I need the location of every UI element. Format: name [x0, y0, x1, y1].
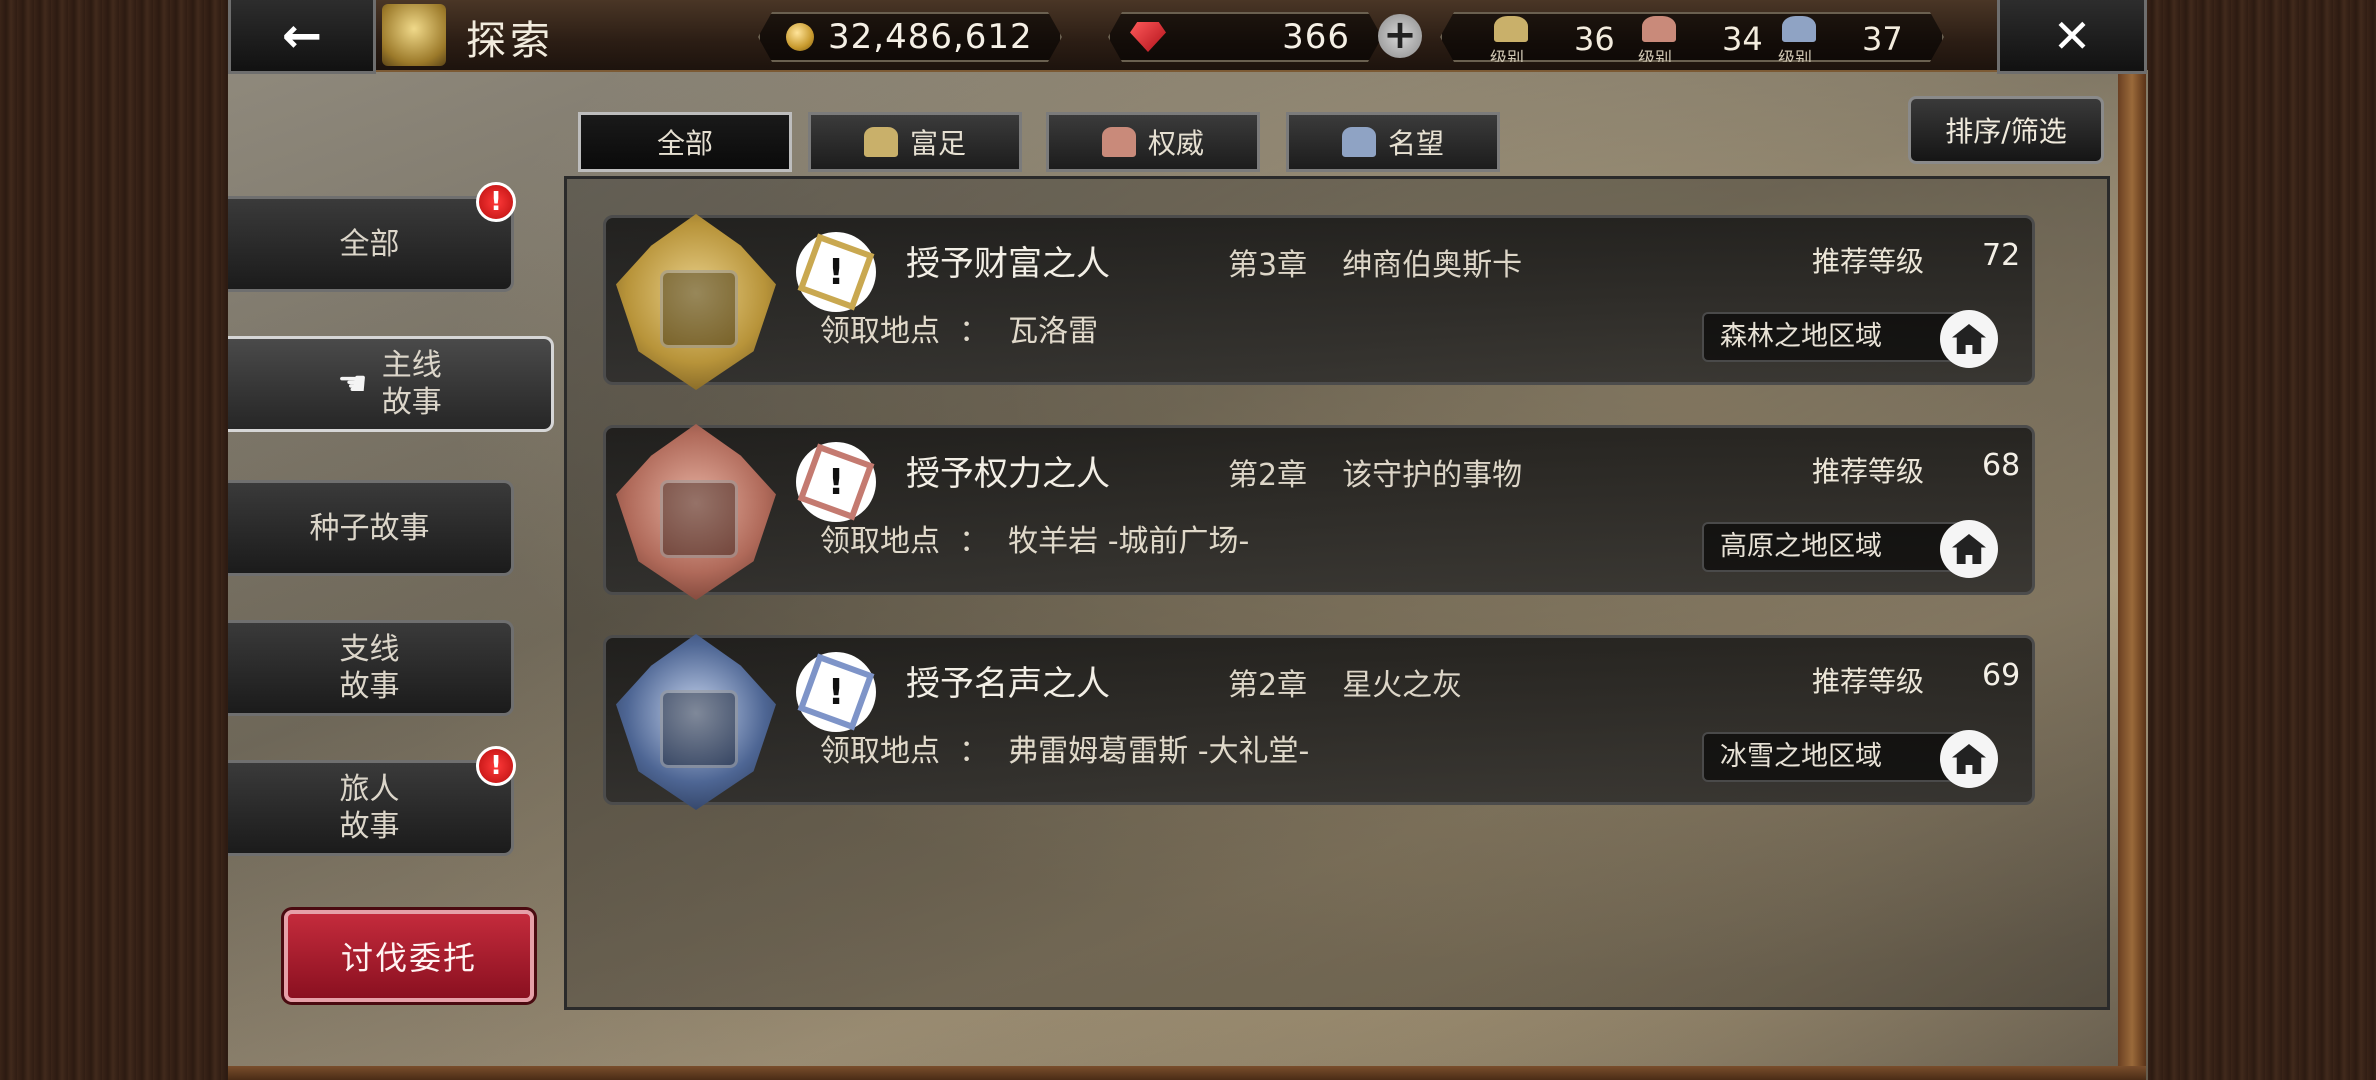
fame-rank-icon	[1782, 16, 1816, 42]
authority-icon	[1101, 127, 1136, 157]
fame-icon	[1341, 127, 1376, 157]
recommended-level-label: 推荐等级	[1812, 455, 1925, 488]
close-button[interactable]: ✕	[1997, 0, 2147, 74]
add-gems-button[interactable]: +	[1378, 14, 1422, 58]
quest-item[interactable]: ! 授予财富之人 第3章 绅商伯奥斯卡 推荐等级 72 领取地点 ： 瓦洛雷 森…	[603, 214, 2035, 390]
recommended-level-value: 72	[1982, 238, 2021, 273]
quest-location: 领取地点 ： 牧羊岩 -城前广场-	[820, 516, 1249, 560]
quest-alert-icon: !	[796, 442, 876, 522]
category-main-story[interactable]: ☚ 主线 故事	[228, 336, 554, 432]
tab-label: 名望	[1387, 127, 1444, 160]
location-house-icon	[1952, 744, 1986, 774]
chapter-title: 绅商伯奥斯卡	[1342, 248, 1523, 283]
left-frame	[0, 0, 230, 1080]
location-separator: ：	[959, 524, 990, 559]
chapter-number: 第2章	[1228, 458, 1308, 493]
tab-fame[interactable]: 名望	[1286, 112, 1500, 172]
rank-value: 37	[1862, 20, 1903, 58]
category-side-story[interactable]: 支线 故事	[228, 620, 514, 716]
category-label: 旅人 故事	[339, 772, 400, 844]
category-traveler-story[interactable]: 旅人 故事	[228, 760, 514, 856]
tab-label: 全部	[656, 127, 713, 160]
explore-emblem-icon	[382, 4, 446, 66]
map-location-button[interactable]	[1940, 730, 1998, 788]
gold-counter: 32,486,612	[758, 12, 1062, 62]
chapter-title: 星火之灰	[1342, 668, 1463, 703]
gold-value: 32,486,612	[828, 17, 1033, 57]
quest-item[interactable]: ! 授予权力之人 第2章 该守护的事物 推荐等级 68 领取地点 ： 牧羊岩 -…	[603, 424, 2035, 600]
quest-chapter: 第2章 该守护的事物	[1228, 450, 1522, 494]
rank-value: 34	[1722, 20, 1763, 58]
back-arrow-icon: ←	[281, 7, 323, 64]
pointer-hand-icon: ☚	[337, 363, 368, 404]
chapter-title: 该守护的事物	[1342, 458, 1523, 493]
wealth-emblem-icon	[616, 214, 776, 390]
gem-counter: 366	[1108, 12, 1382, 62]
tab-all[interactable]: 全部	[578, 112, 792, 172]
rank-value: 36	[1574, 20, 1615, 58]
category-seed-story[interactable]: 种子故事	[228, 480, 514, 576]
rank-counters: 级别 36 级别 34 级别 37	[1440, 12, 1944, 62]
category-label: 支线 故事	[339, 632, 400, 704]
quest-list-panel: ! 授予财富之人 第3章 绅商伯奥斯卡 推荐等级 72 领取地点 ： 瓦洛雷 森…	[564, 176, 2110, 1010]
tab-authority[interactable]: 权威	[1046, 112, 1260, 172]
quest-name: 授予权力之人	[906, 454, 1110, 494]
back-button[interactable]: ←	[228, 0, 376, 74]
location-label: 领取地点	[820, 314, 940, 349]
fame-emblem-icon	[616, 634, 776, 810]
quest-chapter: 第3章 绅商伯奥斯卡	[1228, 240, 1522, 284]
recommended-level-value: 69	[1982, 658, 2021, 693]
map-border	[2118, 70, 2146, 1080]
recommended-level-value: 68	[1982, 448, 2021, 483]
sort-filter-button[interactable]: 排序/筛选	[1908, 96, 2104, 164]
location-house-icon	[1952, 324, 1986, 354]
tab-label: 富足	[909, 127, 966, 160]
location-house-icon	[1952, 534, 1986, 564]
right-frame	[2146, 0, 2376, 1080]
coin-icon	[786, 23, 814, 51]
quest-chapter: 第2章 星火之灰	[1228, 660, 1462, 704]
recommended-level-label: 推荐等级	[1812, 245, 1925, 278]
alert-icon: !	[476, 746, 516, 786]
location-value: 弗雷姆葛雷斯 -大礼堂-	[1008, 734, 1310, 769]
wealth-rank-icon	[1494, 16, 1528, 42]
location-value: 牧羊岩 -城前广场-	[1008, 524, 1250, 559]
gem-value: 366	[1282, 17, 1350, 57]
quest-alert-icon: !	[796, 652, 876, 732]
location-separator: ：	[959, 314, 990, 349]
quest-name: 授予名声之人	[906, 664, 1110, 704]
page-title: 探索	[466, 18, 554, 64]
tab-label: 权威	[1147, 127, 1204, 160]
map-bottom-edge	[228, 1066, 2146, 1080]
alert-icon: !	[476, 182, 516, 222]
close-icon: ✕	[2052, 8, 2092, 63]
subjugation-request-button[interactable]: 讨伐委托	[284, 910, 534, 1002]
category-label: 主线 故事	[381, 348, 442, 420]
category-label: 种子故事	[309, 510, 430, 546]
map-location-button[interactable]	[1940, 520, 1998, 578]
recommended-level-label: 推荐等级	[1812, 665, 1925, 698]
location-separator: ：	[959, 734, 990, 769]
chapter-number: 第2章	[1228, 668, 1308, 703]
authority-emblem-icon	[616, 424, 776, 600]
wealth-icon	[863, 127, 898, 157]
location-value: 瓦洛雷	[1008, 314, 1099, 349]
quest-location: 领取地点 ： 瓦洛雷	[820, 306, 1098, 350]
quest-name: 授予财富之人	[906, 244, 1110, 284]
quest-alert-icon: !	[796, 232, 876, 312]
quest-location: 领取地点 ： 弗雷姆葛雷斯 -大礼堂-	[820, 726, 1309, 770]
tab-wealth[interactable]: 富足	[808, 112, 1022, 172]
authority-rank-icon	[1642, 16, 1676, 42]
location-label: 领取地点	[820, 524, 940, 559]
chapter-number: 第3章	[1228, 248, 1308, 283]
category-all[interactable]: 全部	[228, 196, 514, 292]
location-label: 领取地点	[820, 734, 940, 769]
category-label: 全部	[339, 226, 400, 262]
gem-icon	[1130, 22, 1166, 52]
map-location-button[interactable]	[1940, 310, 1998, 368]
quest-item[interactable]: ! 授予名声之人 第2章 星火之灰 推荐等级 69 领取地点 ： 弗雷姆葛雷斯 …	[603, 634, 2035, 810]
